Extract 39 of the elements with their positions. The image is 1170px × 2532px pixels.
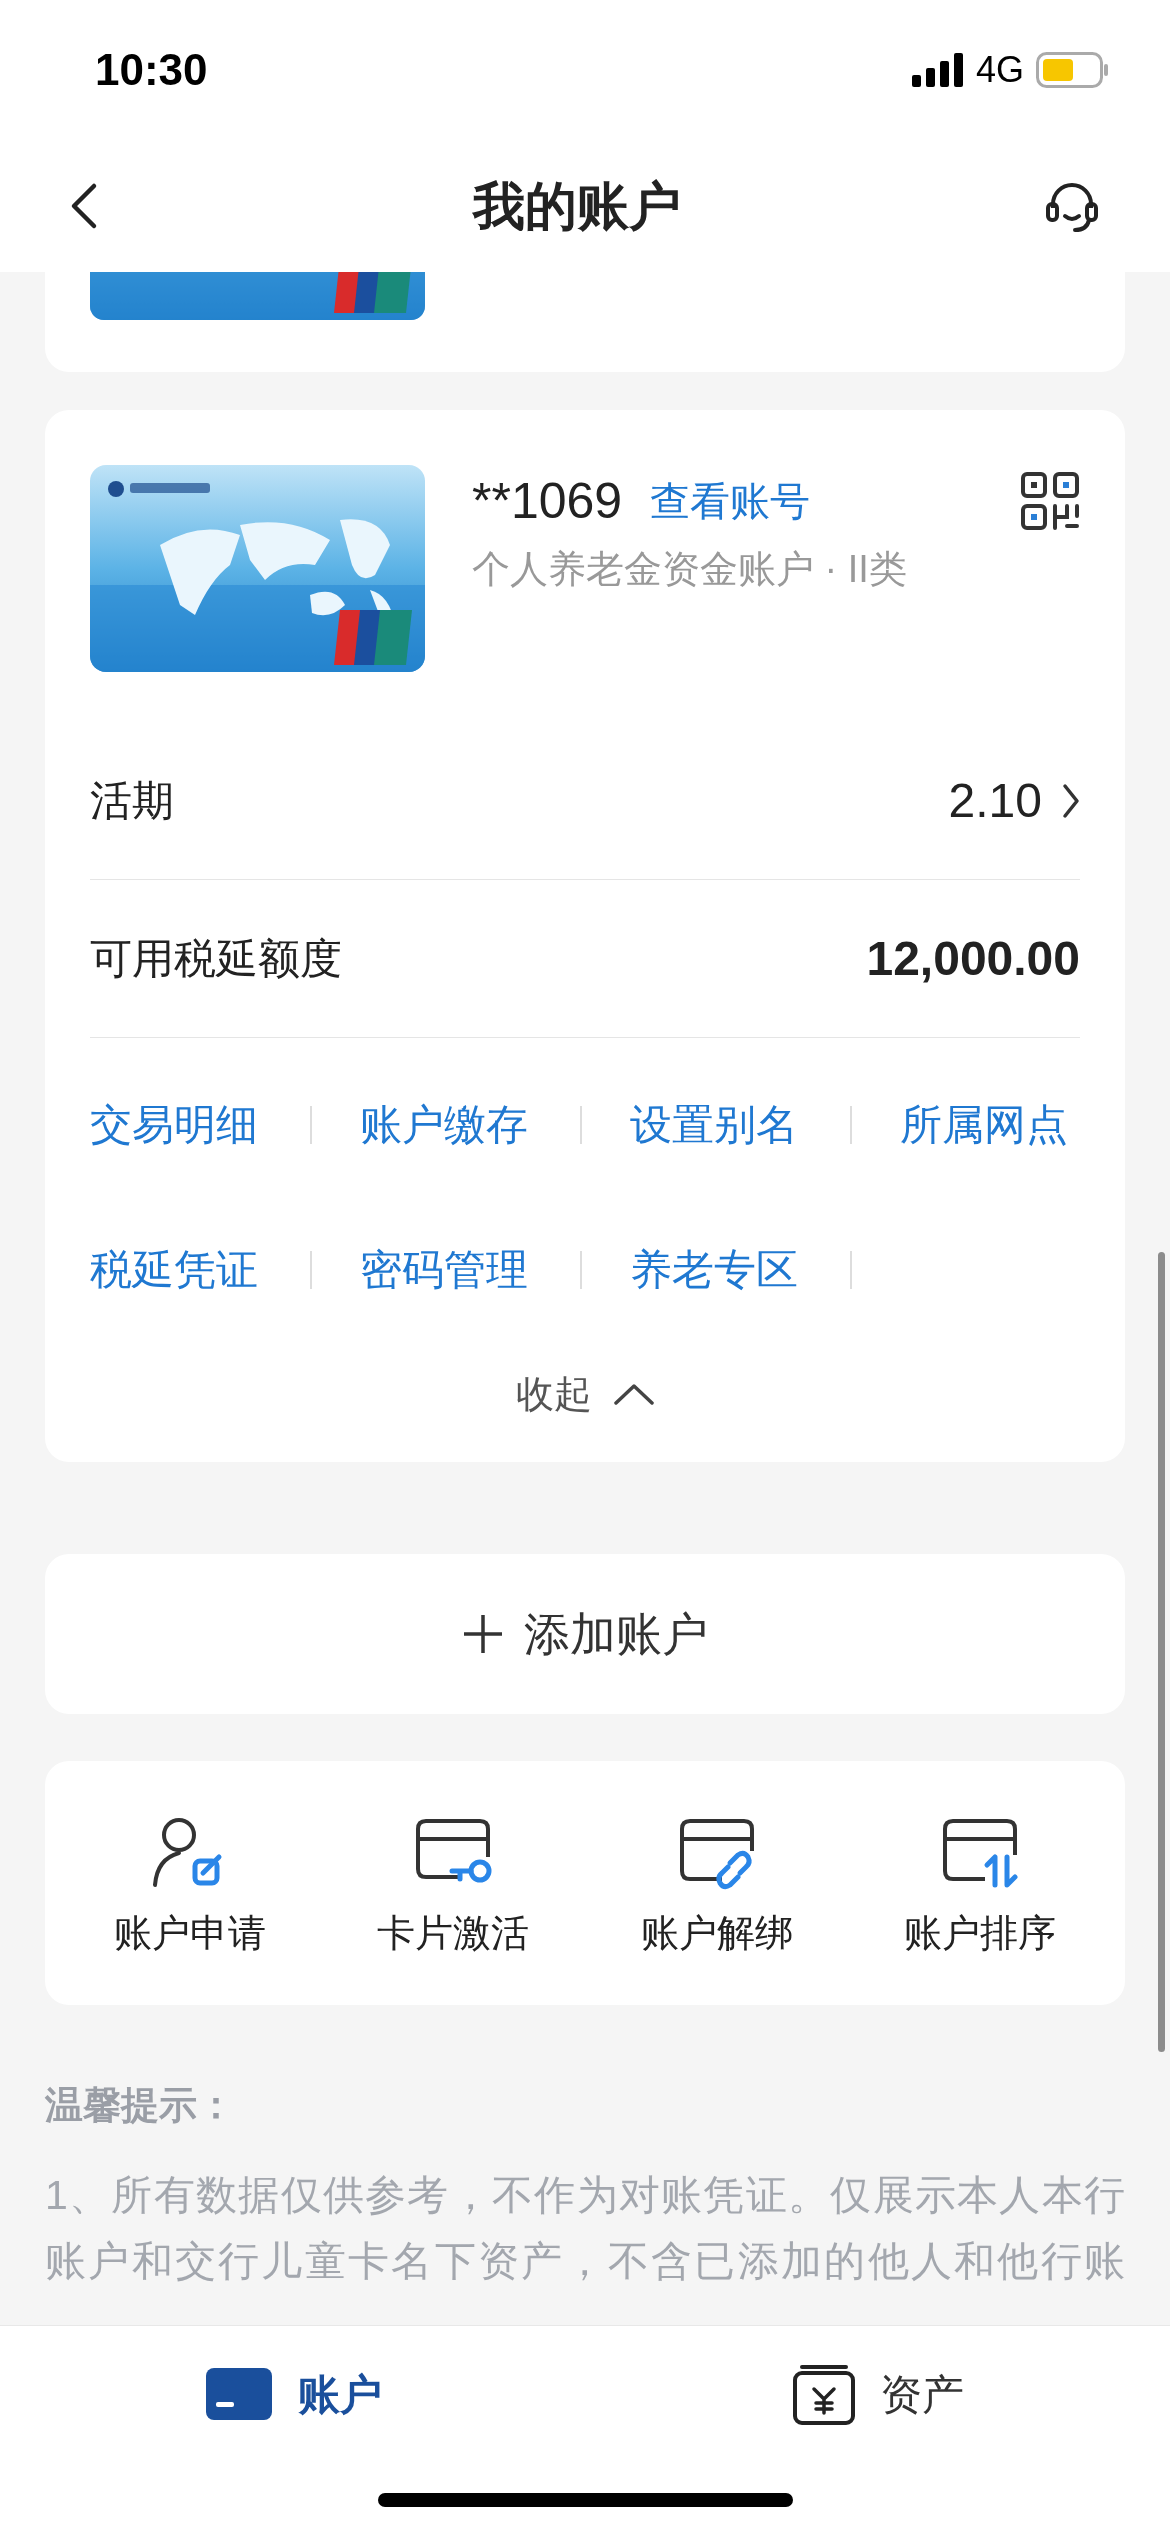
page-title: 我的账户	[473, 176, 681, 237]
wallet-icon	[791, 2363, 856, 2425]
scrollbar[interactable]	[1158, 1252, 1165, 2052]
action-link[interactable]: 养老专区	[630, 1238, 798, 1301]
status-time: 10:30	[95, 44, 208, 96]
plus-icon	[462, 1613, 504, 1655]
row-value: 12,000.00	[866, 930, 1080, 987]
tips-text-line: 1、所有数据仅供参考，不作为对账凭证。仅展示本人本行	[45, 2171, 1125, 2220]
feature-button[interactable]: 账户申请	[58, 1761, 322, 2005]
card-icon	[203, 2366, 274, 2422]
back-icon	[70, 182, 98, 230]
action-link[interactable]: 税延凭证	[90, 1238, 258, 1301]
balance-row[interactable]: 活期 2.10	[90, 722, 1080, 880]
feature-button[interactable]: 账户解绑	[585, 1761, 849, 2005]
network-label: 4G	[975, 48, 1024, 92]
collapse-button[interactable]: 收起	[516, 1365, 654, 1423]
qr-code-button[interactable]	[1020, 471, 1080, 531]
qr-code-icon	[1021, 472, 1079, 530]
view-account-link[interactable]: 查看账号	[650, 471, 811, 531]
account-number: **1069	[472, 472, 623, 531]
action-link[interactable]: 交易明细	[90, 1093, 258, 1156]
account-type: 个人养老金资金账户 · II类	[472, 547, 908, 592]
row-label: 活期	[90, 776, 174, 826]
feature-button[interactable]: 卡片激活	[321, 1761, 585, 2005]
tab[interactable]: 资产	[791, 2362, 964, 2426]
tips-text-line: 账户和交行儿童卡名下资产，不含已添加的他人和他行账	[45, 2237, 1125, 2286]
action-link[interactable]: 密码管理	[360, 1238, 528, 1301]
action-link[interactable]: 账户缴存	[360, 1093, 528, 1156]
row-value: 2.10	[948, 772, 1042, 829]
feature-button[interactable]: 账户排序	[848, 1761, 1112, 2005]
tips-title: 温馨提示：	[45, 2083, 236, 2128]
add-account-button[interactable]: 添加账户	[45, 1554, 1125, 1714]
signal-icon	[911, 53, 964, 87]
row-label: 可用税延额度	[90, 934, 342, 984]
battery-icon	[1036, 52, 1110, 88]
chevron-up-icon	[614, 1383, 654, 1405]
tab[interactable]: 账户	[203, 2362, 382, 2426]
action-link[interactable]: 设置别名	[630, 1093, 798, 1156]
action-link[interactable]: 所属网点	[900, 1093, 1068, 1156]
